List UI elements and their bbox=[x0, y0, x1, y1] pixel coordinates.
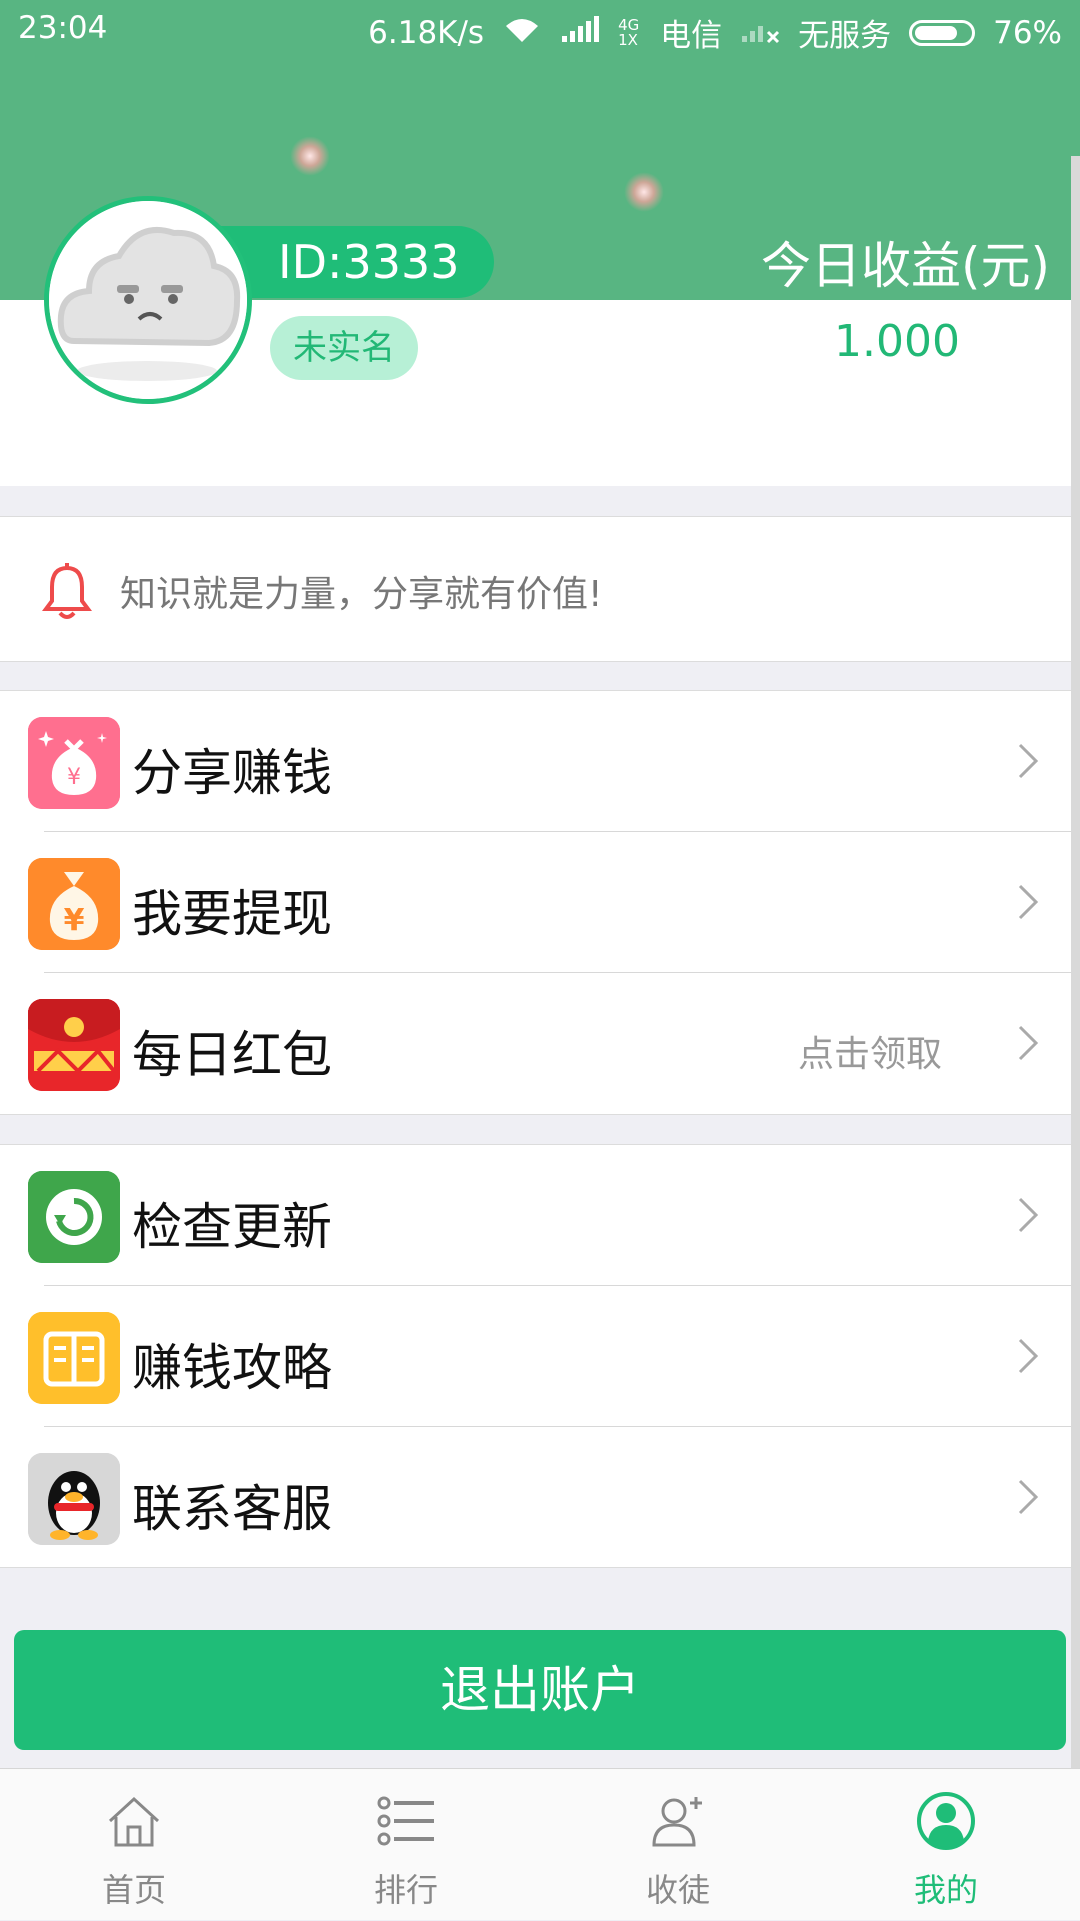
menu-item-earn-guide[interactable]: 赚钱攻略 bbox=[0, 1286, 1080, 1427]
tab-recruit[interactable]: 收徒 bbox=[578, 1769, 778, 1921]
chevron-right-icon bbox=[1016, 1195, 1040, 1239]
list-icon bbox=[376, 1791, 436, 1851]
chevron-right-icon bbox=[1016, 741, 1040, 785]
no-signal-icon bbox=[740, 14, 780, 52]
chevron-right-icon bbox=[1016, 1477, 1040, 1521]
menu-item-daily-red-envelope[interactable]: 每日红包 点击领取 bbox=[0, 973, 1080, 1114]
menu-item-label: 检查更新 bbox=[132, 1198, 332, 1256]
svg-text:¥: ¥ bbox=[67, 765, 81, 790]
menu-item-label: 联系客服 bbox=[132, 1480, 332, 1538]
claim-hint-text: 点击领取 bbox=[797, 1034, 942, 1075]
refresh-icon bbox=[28, 1171, 120, 1263]
network-type: 4G 1X bbox=[618, 15, 640, 49]
decorative-glow bbox=[290, 136, 330, 176]
menu-item-check-update[interactable]: 检查更新 bbox=[0, 1145, 1080, 1286]
menu-item-share-earn[interactable]: ¥ 分享赚钱 bbox=[0, 691, 1080, 832]
cloud-face-icon bbox=[49, 201, 247, 399]
menu-item-withdraw[interactable]: ¥ 我要提现 bbox=[0, 832, 1080, 973]
signal-icon bbox=[560, 14, 600, 52]
battery-icon bbox=[909, 19, 976, 46]
menu-item-label: 赚钱攻略 bbox=[132, 1339, 332, 1397]
money-bag-yen-icon: ¥ bbox=[28, 858, 120, 950]
scrollbar[interactable] bbox=[1071, 156, 1080, 1768]
verification-status-badge[interactable]: 未实名 bbox=[270, 316, 418, 380]
book-icon bbox=[28, 1312, 120, 1404]
user-id-pill: ID:3333 bbox=[210, 226, 494, 298]
network-speed: 6.18K/s bbox=[368, 14, 485, 51]
home-icon bbox=[104, 1791, 164, 1851]
red-envelope-icon bbox=[28, 999, 120, 1091]
chevron-right-icon bbox=[1016, 1023, 1040, 1067]
status-bar: 23:04 6.18K/s 4G 1X 电信 无服务 76% bbox=[0, 0, 1080, 62]
today-earnings-value: 1.000 bbox=[834, 316, 960, 367]
menu-item-label: 每日红包 bbox=[132, 1026, 332, 1084]
bottom-tab-bar: 首页 排行 收徒 我的 bbox=[0, 1768, 1080, 1920]
no-service-text: 无服务 bbox=[798, 18, 892, 54]
tab-label: 我的 bbox=[913, 1871, 978, 1909]
menu-item-label: 我要提现 bbox=[132, 885, 332, 943]
notice-text: 知识就是力量，分享就有价值! bbox=[120, 574, 603, 615]
notice-bar: 知识就是力量，分享就有价值! bbox=[0, 516, 1080, 662]
decorative-glow bbox=[624, 172, 664, 212]
chevron-right-icon bbox=[1016, 882, 1040, 926]
menu-group-earnings: ¥ 分享赚钱 ¥ 我要提现 每日红包 点击领取 bbox=[0, 690, 1080, 1115]
wifi-icon bbox=[502, 14, 542, 52]
logout-button[interactable]: 退出账户 bbox=[14, 1630, 1066, 1750]
tab-label: 首页 bbox=[101, 1871, 166, 1909]
bell-icon bbox=[42, 563, 92, 625]
svg-text:¥: ¥ bbox=[64, 903, 85, 938]
avatar[interactable] bbox=[44, 196, 252, 404]
carrier-name: 电信 bbox=[660, 18, 723, 54]
add-user-icon bbox=[648, 1791, 708, 1851]
menu-item-contact-support[interactable]: 联系客服 bbox=[0, 1427, 1080, 1568]
tab-home[interactable]: 首页 bbox=[34, 1769, 234, 1921]
chevron-right-icon bbox=[1016, 1336, 1040, 1380]
status-time: 23:04 bbox=[18, 10, 108, 46]
menu-group-support: 检查更新 赚钱攻略 联系客服 bbox=[0, 1144, 1080, 1568]
tab-mine[interactable]: 我的 bbox=[846, 1769, 1046, 1921]
tab-label: 排行 bbox=[373, 1871, 438, 1909]
battery-percent: 76% bbox=[993, 14, 1062, 51]
menu-item-label: 分享赚钱 bbox=[132, 744, 332, 802]
profile-icon bbox=[916, 1791, 976, 1851]
money-bag-sparkle-icon: ¥ bbox=[28, 717, 120, 809]
tab-label: 收徒 bbox=[645, 1871, 710, 1909]
tab-ranking[interactable]: 排行 bbox=[306, 1769, 506, 1921]
user-id-text: ID:3333 bbox=[278, 235, 460, 289]
today-earnings-label: 今日收益(元) bbox=[760, 237, 1050, 295]
qq-penguin-icon bbox=[28, 1453, 120, 1545]
